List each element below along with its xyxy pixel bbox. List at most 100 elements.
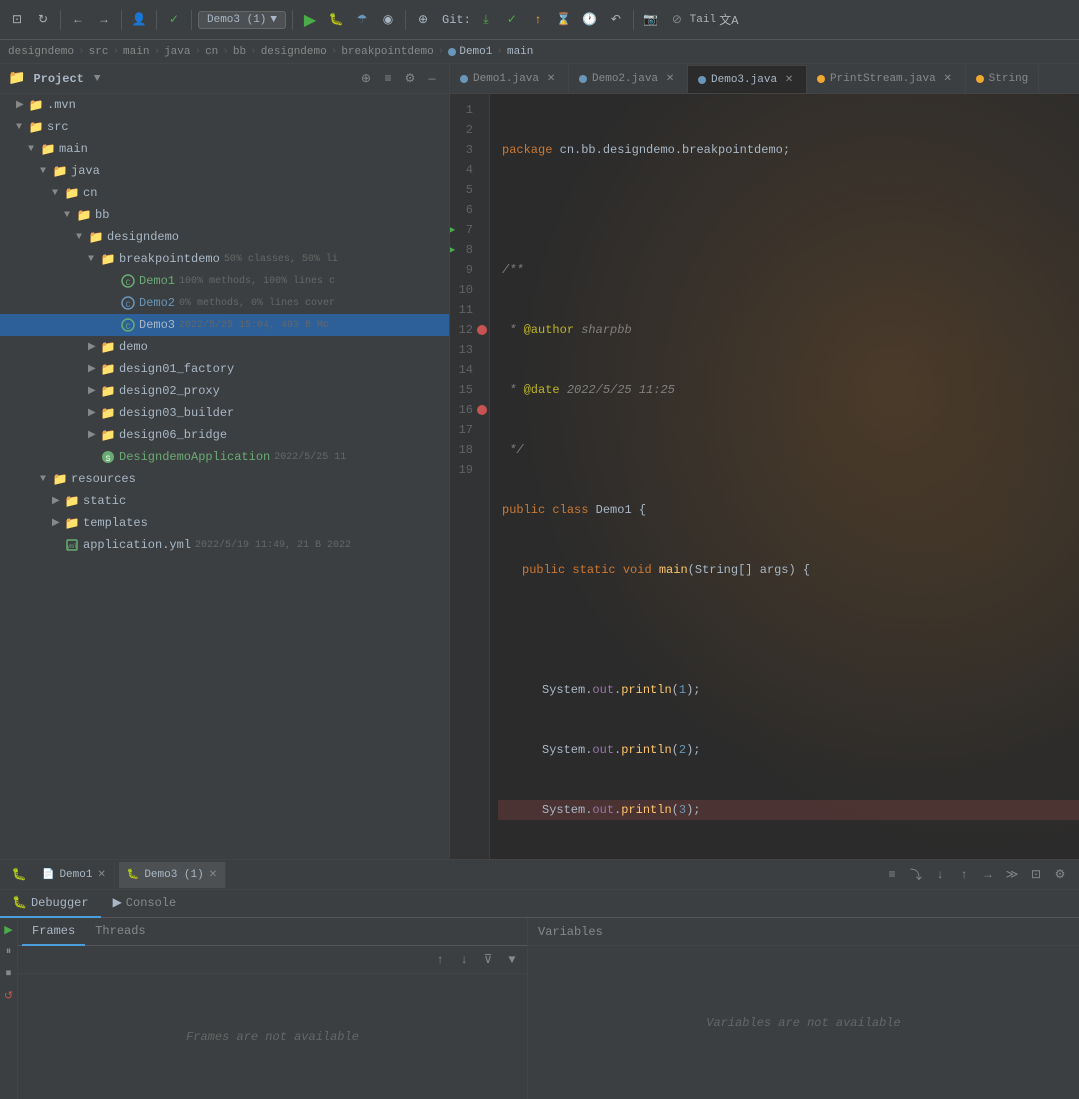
collapse-icon[interactable]: ≡ bbox=[379, 70, 397, 88]
tab-demo3-close[interactable]: ✕ bbox=[782, 73, 796, 87]
locate-icon[interactable]: ⊕ bbox=[357, 70, 375, 88]
translate-icon[interactable]: 文A bbox=[718, 9, 740, 31]
screenshot-icon[interactable]: 📷 bbox=[640, 9, 662, 31]
tree-item-designdemo[interactable]: ▼ 📁 designdemo bbox=[0, 226, 449, 248]
bc-demo1[interactable]: Demo1 bbox=[448, 46, 492, 58]
tab-demo2-close[interactable]: ✕ bbox=[663, 72, 677, 86]
coverage-icon[interactable]: ☂ bbox=[351, 9, 373, 31]
debug-stop-btn[interactable]: ⏹ bbox=[1, 966, 17, 982]
debug-rerun-btn[interactable]: ↺ bbox=[1, 988, 17, 1004]
ln-17: 17 bbox=[450, 420, 481, 440]
frames-filter-btn[interactable]: ⊽ bbox=[477, 949, 499, 971]
tree-item-static[interactable]: ▶ 📁 static bbox=[0, 490, 449, 512]
tab-demo1-close[interactable]: ✕ bbox=[544, 72, 558, 86]
profile-icon[interactable]: 👤 bbox=[128, 9, 150, 31]
profile2-icon[interactable]: ◉ bbox=[377, 9, 399, 31]
git-pull-icon[interactable]: ⤓ bbox=[475, 9, 497, 31]
tree-item-application[interactable]: ▶ yml application.yml 2022/5/19 11:49, 2… bbox=[0, 534, 449, 556]
frames-up-btn[interactable]: ↑ bbox=[429, 949, 451, 971]
tree-item-demo[interactable]: ▶ 📁 demo bbox=[0, 336, 449, 358]
folder-cn-icon: 📁 bbox=[64, 186, 80, 201]
tree-item-main[interactable]: ▼ 📁 main bbox=[0, 138, 449, 160]
tree-item-demo1[interactable]: ▶ C Demo1 100% methods, 100% lines c bbox=[0, 270, 449, 292]
tree-item-design02[interactable]: ▶ 📁 design02_proxy bbox=[0, 380, 449, 402]
bc-designdemo2[interactable]: designdemo bbox=[261, 46, 327, 58]
tree-item-java[interactable]: ▼ 📁 java bbox=[0, 160, 449, 182]
frames-options-btn[interactable]: ▼ bbox=[501, 949, 523, 971]
tab-printstream[interactable]: PrintStream.java ✕ bbox=[807, 65, 966, 93]
bc-main[interactable]: main bbox=[123, 46, 149, 58]
run-button[interactable]: ▶ bbox=[299, 9, 321, 31]
code-content[interactable]: package cn.bb.designdemo.breakpointdemo;… bbox=[490, 94, 1079, 859]
tab-demo2[interactable]: Demo2.java ✕ bbox=[569, 65, 688, 93]
debug-run-cursor[interactable]: → bbox=[977, 864, 999, 886]
git-icon[interactable]: ⊕ bbox=[412, 9, 434, 31]
debug-tab-debugger[interactable]: 🐛 Debugger bbox=[0, 890, 101, 918]
tab-demo3[interactable]: Demo3.java ✕ bbox=[688, 65, 807, 93]
debug-pause-btn[interactable]: ⏸ bbox=[1, 944, 17, 960]
git-check-icon[interactable]: ✓ bbox=[501, 9, 523, 31]
close-sidebar-icon[interactable]: — bbox=[423, 70, 441, 88]
debug-evaluate[interactable]: ≫ bbox=[1001, 864, 1023, 886]
debug-tab-console[interactable]: ▶ Console bbox=[101, 890, 189, 918]
debug-run-icon[interactable]: 🐛 bbox=[325, 9, 347, 31]
debug-play-btn[interactable]: ▶ bbox=[1, 922, 17, 938]
ln-6: 6 bbox=[450, 200, 481, 220]
tree-item-mvn[interactable]: ▶ 📁 .mvn bbox=[0, 94, 449, 116]
bc-src[interactable]: src bbox=[89, 46, 109, 58]
git-clock-icon[interactable]: 🕐 bbox=[579, 9, 601, 31]
ln-18: 18 bbox=[450, 440, 481, 460]
arrow-static: ▶ bbox=[52, 495, 64, 507]
tab-string[interactable]: String bbox=[966, 65, 1040, 93]
bc-java[interactable]: java bbox=[164, 46, 190, 58]
tab-printstream-close[interactable]: ✕ bbox=[941, 72, 955, 86]
bookmark-icon[interactable]: ✓ bbox=[163, 9, 185, 31]
tail-button[interactable]: Tail bbox=[692, 9, 714, 31]
tree-item-bb[interactable]: ▼ 📁 bb bbox=[0, 204, 449, 226]
forward-icon[interactable]: → bbox=[93, 9, 115, 31]
debug-session-demo3[interactable]: 🐛 Demo3 (1) ✕ bbox=[119, 862, 226, 888]
bc-main-method[interactable]: main bbox=[507, 46, 533, 58]
git-history-icon[interactable]: ⌛ bbox=[553, 9, 575, 31]
refresh-icon[interactable]: ↻ bbox=[32, 9, 54, 31]
tree-item-templates[interactable]: ▶ 📁 templates bbox=[0, 512, 449, 534]
tree-item-src[interactable]: ▼ 📁 src bbox=[0, 116, 449, 138]
frames-toolbar: ↑ ↓ ⊽ ▼ bbox=[18, 946, 527, 974]
git-push-icon[interactable]: ↑ bbox=[527, 9, 549, 31]
debug-settings[interactable]: ⚙ bbox=[1049, 864, 1071, 886]
tree-item-designdemoapp[interactable]: ▶ S DesigndemoApplication 2022/5/25 11 bbox=[0, 446, 449, 468]
tree-item-cn[interactable]: ▼ 📁 cn bbox=[0, 182, 449, 204]
debug-step-over[interactable]: ⤵ bbox=[905, 864, 927, 886]
bc-bb[interactable]: bb bbox=[233, 46, 246, 58]
tree-item-design01[interactable]: ▶ 📁 design01_factory bbox=[0, 358, 449, 380]
debug-step-into[interactable]: ↓ bbox=[929, 864, 951, 886]
debug-breakpoints[interactable]: ⊡ bbox=[1025, 864, 1047, 886]
run-config-dropdown[interactable]: Demo3 (1) ▼ bbox=[198, 11, 286, 29]
debug-session-demo1[interactable]: 📄 Demo1 ✕ bbox=[34, 862, 115, 888]
tree-item-design06[interactable]: ▶ 📁 design06_bridge bbox=[0, 424, 449, 446]
debug-list-icon[interactable]: ≡ bbox=[881, 864, 903, 886]
debug-tab-demo3-close[interactable]: ✕ bbox=[209, 869, 217, 881]
undo-icon[interactable]: ⊡ bbox=[6, 9, 28, 31]
debug-main-icon[interactable]: 🐛 bbox=[8, 864, 30, 886]
tree-item-breakpointdemo[interactable]: ▼ 📁 breakpointdemo 50% classes, 50% li bbox=[0, 248, 449, 270]
bc-cn[interactable]: cn bbox=[205, 46, 218, 58]
sub-tab-threads[interactable]: Threads bbox=[85, 918, 155, 946]
tree-item-demo3[interactable]: ▶ C Demo3 2022/5/25 15:04, 493 B Mc bbox=[0, 314, 449, 336]
tree-item-resources[interactable]: ▼ 📁 resources bbox=[0, 468, 449, 490]
debug-step-out[interactable]: ↑ bbox=[953, 864, 975, 886]
settings-icon[interactable]: ⚙ bbox=[401, 70, 419, 88]
stop-icon[interactable]: ⊘ bbox=[666, 9, 688, 31]
sub-tab-frames[interactable]: Frames bbox=[22, 918, 85, 946]
bc-designdemo[interactable]: designdemo bbox=[8, 46, 74, 58]
git-revert-icon[interactable]: ↶ bbox=[605, 9, 627, 31]
back-icon[interactable]: ← bbox=[67, 9, 89, 31]
bc-breakpointdemo[interactable]: breakpointdemo bbox=[341, 46, 433, 58]
tree-item-design03[interactable]: ▶ 📁 design03_builder bbox=[0, 402, 449, 424]
tab-demo1[interactable]: Demo1.java ✕ bbox=[450, 65, 569, 93]
line-numbers: 1 2 3 4 5 6 ▶ 7 ▶ 8 9 10 11 12 bbox=[450, 94, 490, 859]
svg-text:S: S bbox=[106, 455, 111, 464]
debug-tab-demo1-close[interactable]: ✕ bbox=[97, 869, 105, 881]
frames-down-btn[interactable]: ↓ bbox=[453, 949, 475, 971]
tree-item-demo2[interactable]: ▶ C Demo2 0% methods, 0% lines cover bbox=[0, 292, 449, 314]
